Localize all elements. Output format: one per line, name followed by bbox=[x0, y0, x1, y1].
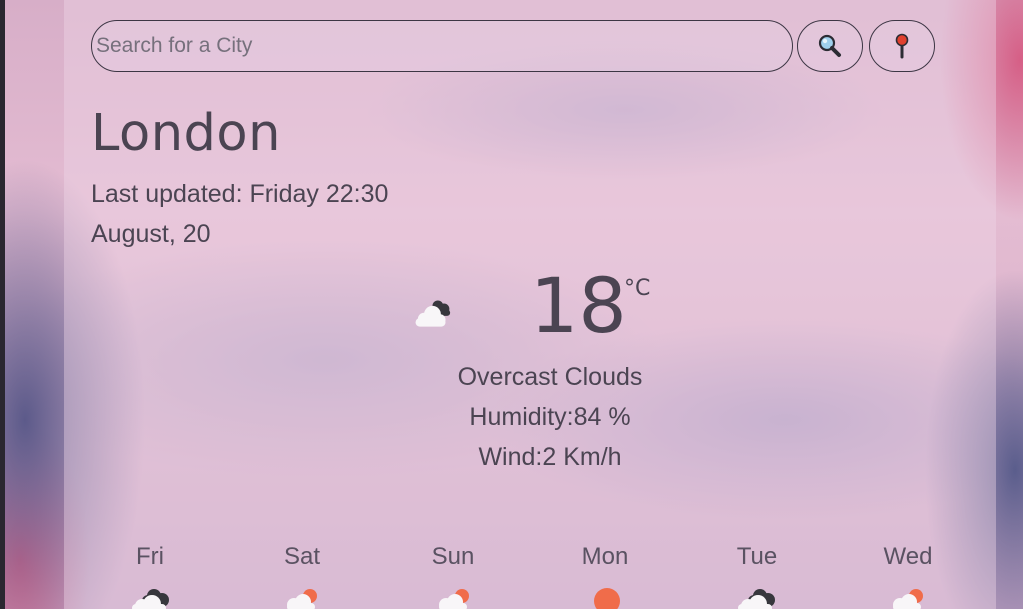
forecast-day-label: Tue bbox=[736, 543, 778, 570]
overcast-clouds-icon bbox=[415, 300, 451, 327]
dark-clouds-icon bbox=[738, 589, 775, 609]
magnifier-icon bbox=[818, 34, 841, 57]
temperature-unit: °C bbox=[624, 276, 651, 301]
location-pin-icon bbox=[895, 33, 909, 59]
humidity: Humidity:84 % bbox=[469, 403, 631, 431]
current-location-button[interactable] bbox=[869, 20, 935, 72]
forecast-day-label: Sun bbox=[431, 543, 475, 570]
last-updated: Last updated: Friday 22:30 bbox=[91, 180, 389, 208]
sun-icon bbox=[594, 588, 620, 609]
search-input[interactable] bbox=[91, 20, 793, 72]
cloud-sun-icon bbox=[893, 589, 923, 609]
dark-clouds-icon bbox=[132, 589, 169, 609]
forecast-day-label: Wed bbox=[883, 543, 933, 570]
city-name: London bbox=[91, 104, 281, 163]
weather-condition: Overcast Clouds bbox=[457, 363, 643, 391]
forecast-day-label: Sat bbox=[283, 543, 321, 570]
wind-speed: Wind:2 Km/h bbox=[478, 443, 622, 471]
cloud-sun-icon bbox=[439, 589, 469, 609]
forecast-day-label: Mon bbox=[581, 543, 629, 570]
temperature-value: 18 bbox=[530, 261, 627, 350]
cloud-sun-icon bbox=[287, 589, 317, 609]
current-date: August, 20 bbox=[91, 220, 211, 248]
forecast-day-label: Fri bbox=[136, 543, 164, 570]
search-button[interactable] bbox=[797, 20, 863, 72]
